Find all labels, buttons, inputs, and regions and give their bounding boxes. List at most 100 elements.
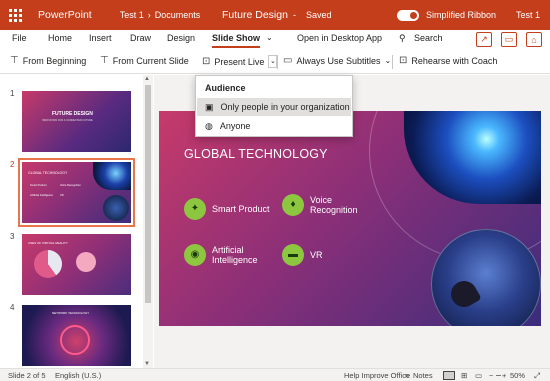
help-improve-office[interactable]: Help Improve Office — [344, 371, 410, 380]
ribbon-toolbar: ⊤ From Beginning ⊤ From Current Slide ⊡ … — [0, 50, 550, 74]
feature-item: ▬ VR — [282, 244, 323, 266]
lightbulb-icon: ✦ — [184, 198, 206, 220]
slide-thumbnail-pane: 1 FUTURE DESIGN INNOVATION FOR A CONNECT… — [0, 75, 153, 368]
pane-scrollbar[interactable]: ▲ ▼ — [143, 75, 153, 368]
share-icon[interactable]: ↗ — [476, 32, 492, 47]
powerpoint-window: PowerPoint Test 1 › Documents Future Des… — [0, 0, 550, 381]
lightbulb-search-icon: ⚲ — [399, 33, 406, 43]
scrollbar-thumb[interactable] — [145, 85, 151, 303]
slide-number: 3 — [10, 232, 15, 241]
slide-title[interactable]: GLOBAL TECHNOLOGY — [184, 147, 328, 161]
feature-item: ♦ Voice Recognition — [282, 194, 358, 216]
rehearse-with-coach-button[interactable]: ⊡ Rehearse with Coach — [399, 55, 497, 66]
audience-dropdown: Audience ▣ Only people in your organizat… — [195, 75, 353, 137]
normal-view-icon[interactable] — [443, 371, 455, 380]
feature-label: Artificial Intelligence — [212, 245, 258, 265]
slide-thumbnail-4[interactable]: NETWORK TECHNOLOGY — [22, 305, 131, 366]
thumb-feature: Voice Recognition — [60, 184, 81, 187]
comments-icon[interactable]: ▭ — [501, 32, 517, 47]
thumb-title: FUTURE DESIGN — [52, 111, 93, 117]
save-status: Saved — [306, 10, 332, 20]
tab-slide-show[interactable]: Slide Show — [212, 33, 261, 48]
vr-headset-icon: ▬ — [282, 244, 304, 266]
present-live-icon: ⊡ — [202, 56, 211, 67]
thumb-image — [93, 162, 131, 190]
thumb-subtitle: INNOVATION FOR A CONNECTED FUTURE — [42, 119, 93, 122]
feature-label: Smart Product — [212, 204, 270, 214]
scroll-down-icon[interactable]: ▼ — [144, 361, 150, 367]
document-title[interactable]: Future Design — [222, 9, 288, 21]
subtitles-icon: ▭ — [283, 55, 293, 66]
app-launcher-button[interactable] — [0, 0, 30, 30]
zoom-out-button[interactable]: − — [489, 371, 493, 380]
present-live-button[interactable]: ⊡ Present Live ⌄ — [202, 55, 278, 68]
presentation-icon: ⊤ — [10, 55, 19, 66]
thumb-image — [103, 195, 129, 221]
option-label: Anyone — [219, 121, 251, 131]
notes-icon: ≡ — [405, 371, 410, 380]
user-account[interactable]: Test 1 — [516, 10, 540, 20]
search-button[interactable]: Search — [414, 33, 443, 43]
thumb-feature: Artificial Intelligence — [30, 194, 53, 197]
open-desktop-app-button[interactable]: Open in Desktop App — [297, 33, 382, 43]
head-icon: ◉ — [184, 244, 206, 266]
slide-number: 1 — [10, 89, 15, 98]
slide-thumbnail-1[interactable]: FUTURE DESIGN INNOVATION FOR A CONNECTED… — [22, 91, 131, 152]
simplified-ribbon-label: Simplified Ribbon — [426, 10, 497, 20]
thumb-title: NETWORK TECHNOLOGY — [52, 311, 90, 315]
audience-option-anyone[interactable]: ◍ Anyone — [197, 117, 351, 135]
slide-sorter-icon[interactable]: ⊞ — [461, 371, 467, 380]
subtitles-label: Always Use Subtitles — [296, 55, 381, 66]
breadcrumb-parent[interactable]: Test 1 — [120, 10, 144, 20]
simplified-ribbon-toggle[interactable] — [397, 10, 419, 21]
tab-insert[interactable]: Insert — [89, 33, 112, 43]
always-use-subtitles-button[interactable]: ▭ Always Use Subtitles ⌄ — [283, 55, 391, 66]
thumb-title: GLOBAL TECHNOLOGY — [28, 171, 68, 175]
from-beginning-button[interactable]: ⊤ From Beginning — [10, 55, 86, 66]
slide-thumbnail-2[interactable]: GLOBAL TECHNOLOGY Smart Product Voice Re… — [18, 158, 135, 227]
language[interactable]: English (U.S.) — [55, 371, 101, 380]
thumb-ring — [60, 325, 90, 355]
slide-number: 2 — [10, 160, 15, 169]
menu-tabs: File Home Insert Draw Design Slide Show … — [0, 30, 550, 50]
slide-thumbnail-3[interactable]: USES OF VIRTUAL REALITY — [22, 234, 131, 295]
catch-up-icon[interactable]: ⌂ — [526, 32, 542, 47]
breadcrumb: Test 1 › Documents — [120, 10, 201, 20]
waffle-icon — [8, 8, 22, 22]
from-current-slide-button[interactable]: ⊤ From Current Slide — [100, 55, 189, 66]
slide-position: Slide 2 of 5 — [8, 371, 46, 380]
present-live-label: Present Live — [214, 56, 265, 67]
breadcrumb-folder[interactable]: Documents — [155, 10, 201, 20]
thumb-circle — [76, 252, 96, 272]
zoom-slider[interactable] — [496, 375, 501, 376]
breadcrumb-chevron-icon: › — [147, 10, 151, 20]
scroll-up-icon[interactable]: ▲ — [144, 76, 150, 82]
thumb-feature: VR — [60, 194, 64, 197]
rehearse-icon: ⊡ — [399, 55, 408, 66]
fit-to-window-icon[interactable]: ⤢ — [534, 371, 540, 381]
tab-draw[interactable]: Draw — [130, 33, 151, 43]
divider — [392, 55, 393, 69]
zoom-in-button[interactable]: + — [502, 371, 506, 380]
from-beginning-label: From Beginning — [22, 55, 87, 66]
dropdown-heading: Audience — [205, 83, 246, 93]
app-name[interactable]: PowerPoint — [38, 9, 92, 21]
reading-view-icon[interactable]: ▭ — [475, 371, 482, 380]
notes-button[interactable]: Notes — [413, 371, 433, 380]
thumb-pie — [34, 250, 62, 278]
zoom-level[interactable]: 50% — [510, 371, 525, 380]
rehearse-label: Rehearse with Coach — [411, 55, 498, 66]
more-tabs-chevron-icon[interactable]: ⌄ — [266, 33, 273, 42]
divider — [277, 55, 278, 69]
briefcase-icon: ▣ — [205, 101, 214, 112]
title-separator: - — [293, 10, 296, 20]
audience-option-organization[interactable]: ▣ Only people in your organization — [197, 98, 351, 116]
tab-design[interactable]: Design — [167, 33, 195, 43]
chevron-down-icon[interactable]: ⌄ — [385, 56, 392, 65]
presentation-icon: ⊤ — [100, 55, 109, 66]
tab-home[interactable]: Home — [48, 33, 72, 43]
tab-file[interactable]: File — [12, 33, 27, 43]
feature-item: ◉ Artificial Intelligence — [184, 244, 258, 266]
current-slide[interactable]: GLOBAL TECHNOLOGY ✦ Smart Product ♦ Voic… — [159, 111, 541, 326]
thumb-feature: Smart Product — [30, 184, 47, 187]
